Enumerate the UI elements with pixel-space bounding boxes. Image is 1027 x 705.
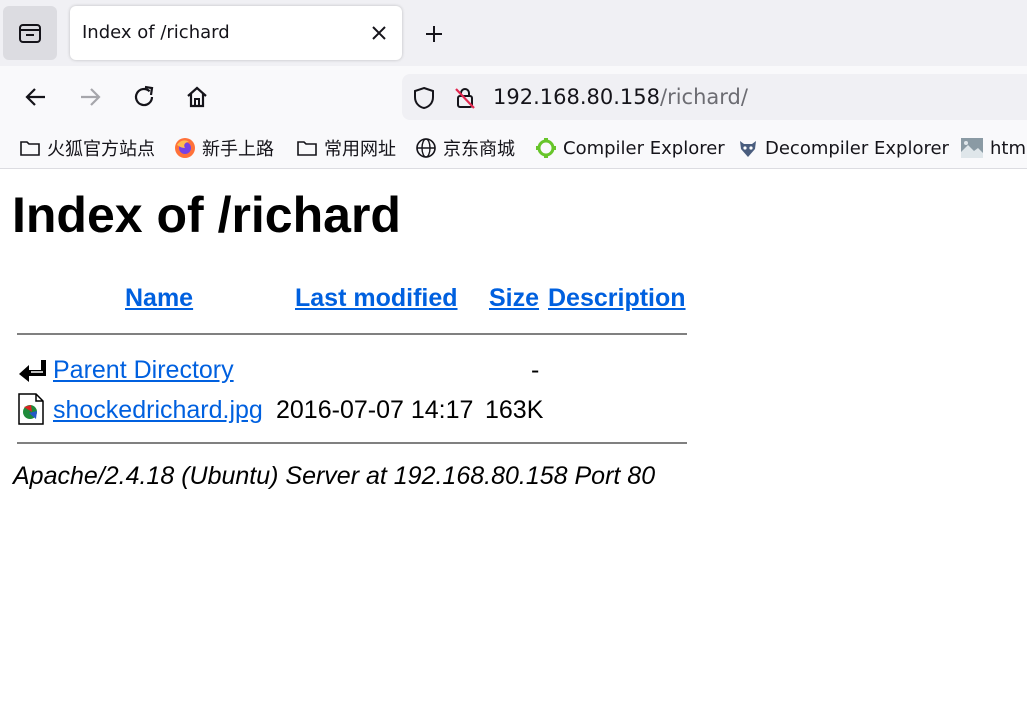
close-icon[interactable]: [368, 22, 390, 44]
bookmark-compiler-explorer[interactable]: Compiler Explorer: [535, 128, 725, 168]
insecure-lock-icon[interactable]: [452, 85, 478, 111]
reload-icon[interactable]: [127, 80, 161, 114]
tab-list-icon: [19, 24, 41, 43]
tab-strip: Index of /richard: [0, 0, 1027, 66]
firefox-icon: [175, 138, 195, 158]
folder-icon: [297, 141, 317, 156]
header-divider: [17, 333, 687, 335]
image-file-icon: [18, 393, 44, 425]
server-signature: Apache/2.4.18 (Ubuntu) Server at 192.168…: [13, 462, 656, 490]
column-header-last-modified[interactable]: Last modified: [295, 283, 458, 313]
tab-title: Index of /richard: [82, 22, 230, 43]
url-text[interactable]: 192.168.80.158/richard/: [493, 74, 748, 120]
page-content: Index of /richard Name Last modified Siz…: [0, 169, 1027, 705]
compiler-explorer-icon: [536, 138, 556, 158]
folder-icon: [20, 141, 40, 156]
navigation-toolbar: 192.168.80.158/richard/: [0, 66, 1027, 128]
bookmark-label: 京东商城: [443, 139, 515, 160]
parent-directory-link[interactable]: Parent Directory: [53, 355, 234, 385]
url-host: 192.168.80.158: [493, 85, 660, 109]
tab-list-button[interactable]: [3, 6, 57, 60]
bookmark-label: 新手上路: [202, 139, 274, 160]
bookmark-folder-common-sites[interactable]: 常用网址: [296, 128, 396, 168]
back-arrow-icon: [19, 360, 46, 382]
url-path: /richard/: [660, 85, 748, 109]
bookmark-label: 常用网址: [324, 139, 396, 160]
column-header-name[interactable]: Name: [125, 283, 193, 313]
bookmark-html[interactable]: html: [960, 128, 1027, 168]
arrow-right-icon[interactable]: [73, 80, 107, 114]
bookmark-jd-mall[interactable]: 京东商城: [415, 128, 515, 168]
page-title: Index of /richard: [12, 187, 401, 243]
bookmark-getting-started[interactable]: 新手上路: [174, 128, 274, 168]
bookmark-label: 火狐官方站点: [47, 139, 155, 160]
shield-icon[interactable]: [411, 85, 437, 111]
bookmark-label: html: [990, 137, 1027, 159]
footer-divider: [17, 442, 687, 444]
thumbnail-icon: [961, 138, 983, 158]
arrow-left-icon[interactable]: [19, 80, 53, 114]
column-header-size[interactable]: Size: [489, 283, 539, 313]
bookmark-folder-firefox-official[interactable]: 火狐官方站点: [19, 128, 155, 168]
active-tab[interactable]: Index of /richard: [70, 6, 402, 60]
file-link-shockedrichard[interactable]: shockedrichard.jpg: [53, 395, 263, 425]
plus-icon[interactable]: [420, 20, 448, 48]
column-header-description[interactable]: Description: [548, 283, 686, 313]
table-cell-last-modified: 2016-07-07 14:17: [276, 396, 474, 424]
globe-icon: [416, 138, 436, 158]
bookmarks-toolbar: 火狐官方站点 新手上路 常用网址 京东商城 Compiler Explorer …: [0, 128, 1027, 169]
bookmark-decompiler-explorer[interactable]: Decompiler Explorer: [737, 128, 949, 168]
home-icon[interactable]: [180, 80, 214, 114]
bookmark-label: Decompiler Explorer: [765, 137, 949, 159]
bookmark-label: Compiler Explorer: [563, 137, 725, 159]
url-bar[interactable]: 192.168.80.158/richard/: [402, 74, 1027, 120]
table-cell-size: -: [531, 356, 540, 384]
table-cell-size: 163K: [485, 396, 544, 424]
decompiler-explorer-icon: [740, 141, 756, 157]
